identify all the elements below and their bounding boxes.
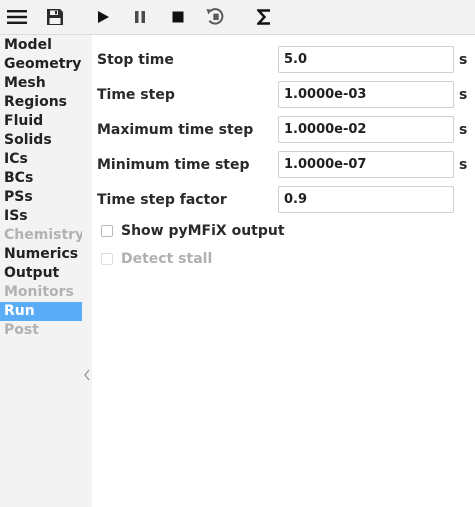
- hamburger-menu-icon: [7, 10, 27, 24]
- sidebar-item-geometry[interactable]: Geometry: [0, 55, 82, 74]
- sidebar-item-numerics[interactable]: Numerics: [0, 245, 82, 264]
- show-pymfix-output-label: Show pyMFiX output: [121, 223, 285, 239]
- maximum-time-step-unit: s: [459, 122, 468, 138]
- sidebar-item-pss[interactable]: PSs: [0, 188, 82, 207]
- menu-button[interactable]: [4, 4, 30, 30]
- save-button[interactable]: [42, 4, 68, 30]
- sidebar-item-fluid[interactable]: Fluid: [0, 112, 82, 131]
- run-button[interactable]: [90, 4, 116, 30]
- navigation-sidebar: Model Geometry Mesh Regions Fluid Solids…: [0, 35, 85, 507]
- sidebar-item-model[interactable]: Model: [0, 36, 82, 55]
- time-step-unit: s: [459, 87, 468, 103]
- pause-button[interactable]: [127, 4, 153, 30]
- sidebar-item-post: Post: [4, 322, 39, 338]
- minimum-time-step-unit: s: [459, 157, 468, 173]
- sidebar-item-solids[interactable]: Solids: [0, 131, 82, 150]
- toolbar: [0, 0, 475, 35]
- sidebar-item-run[interactable]: Run: [0, 302, 82, 321]
- stop-time-unit: s: [459, 52, 468, 68]
- sidebar-item-regions[interactable]: Regions: [0, 93, 82, 112]
- sidebar-item-ics[interactable]: ICs: [0, 150, 82, 169]
- play-icon: [98, 11, 109, 23]
- sidebar-item-iss[interactable]: ISs: [0, 207, 82, 226]
- time-step-factor-label: Time step factor: [97, 192, 227, 208]
- sidebar-item-bcs[interactable]: BCs: [0, 169, 82, 188]
- reset-icon: [206, 8, 224, 25]
- run-settings-pane: Stop time s Time step s Maximum time ste…: [92, 35, 475, 507]
- stop-icon: [172, 11, 184, 23]
- maximum-time-step-input[interactable]: [278, 116, 454, 143]
- stop-time-label: Stop time: [97, 52, 174, 68]
- time-step-input[interactable]: [278, 81, 454, 108]
- stop-time-input[interactable]: [278, 46, 454, 73]
- parameters-button[interactable]: [251, 4, 277, 30]
- sidebar-item-chemistry: Chemistry: [4, 227, 85, 243]
- minimum-time-step-input[interactable]: [278, 151, 454, 178]
- detect-stall-box: [101, 253, 113, 265]
- sidebar-item-output[interactable]: Output: [0, 264, 82, 283]
- sidebar-item-monitors: Monitors: [4, 284, 74, 300]
- chevron-left-icon[interactable]: [83, 368, 91, 382]
- sidebar-item-mesh[interactable]: Mesh: [0, 74, 82, 93]
- pause-icon: [135, 11, 145, 23]
- reset-button[interactable]: [203, 4, 229, 30]
- time-step-label: Time step: [97, 87, 175, 103]
- sigma-icon: [257, 9, 270, 25]
- stop-button[interactable]: [165, 4, 191, 30]
- detect-stall-label: Detect stall: [121, 251, 213, 267]
- time-step-factor-input[interactable]: [278, 186, 454, 213]
- sidebar-splitter[interactable]: [82, 35, 92, 507]
- show-pymfix-output-box[interactable]: [101, 225, 113, 237]
- floppy-disk-icon: [47, 9, 63, 25]
- minimum-time-step-label: Minimum time step: [97, 157, 250, 173]
- show-pymfix-output-checkbox[interactable]: Show pyMFiX output: [101, 222, 285, 240]
- maximum-time-step-label: Maximum time step: [97, 122, 254, 138]
- detect-stall-checkbox: Detect stall: [101, 250, 212, 268]
